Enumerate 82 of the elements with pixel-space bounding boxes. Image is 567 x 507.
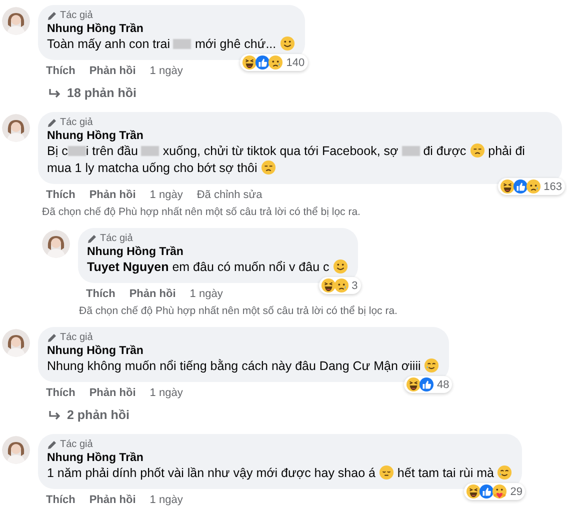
laughing-face-icon (466, 484, 482, 499)
like-link[interactable]: Thích (46, 387, 76, 399)
pencil-icon (87, 234, 97, 244)
reactions-badge[interactable]: 140 (240, 54, 308, 71)
sad-face-icon (526, 179, 541, 194)
censored-text (141, 146, 160, 156)
reaction-count: 3 (352, 280, 358, 292)
comment-text: Bị c i trên đầu xuống, chửi từ tiktok qua tới Facebook, sợ đi được phải đi mua 1 ly matcha uống cho bớt sợ thôi (47, 143, 526, 177)
reactions-badge[interactable]: 3 (318, 277, 361, 294)
reply-link[interactable]: Phản hồi (89, 387, 136, 399)
author-name[interactable]: Nhung Hồng Trần (47, 130, 552, 142)
author-label: Tác giả (100, 233, 133, 244)
reaction-count: 29 (510, 486, 522, 498)
edited-label: Đã chỉnh sửa (196, 189, 262, 201)
reactions-badge[interactable]: 163 (498, 178, 565, 195)
avatar (2, 114, 30, 142)
reaction-count: 163 (544, 180, 562, 192)
hugging-face-icon (492, 484, 508, 499)
reactions-badge[interactable]: 29 (464, 483, 526, 500)
pencil-icon (47, 10, 57, 20)
pencil-icon (47, 332, 57, 342)
thumbs-up-icon (255, 55, 270, 70)
view-replies-link[interactable]: 18 phản hồi (48, 86, 136, 100)
author-name[interactable]: Nhung Hồng Trần (87, 246, 348, 258)
laughing-face-icon (406, 377, 421, 392)
filter-note: Đã chọn chế độ Phù hợp nhất nên một số câu trả lời có thể bị lọc ra. (42, 206, 362, 218)
sad-face-icon (268, 55, 284, 70)
reactions-badge[interactable]: 48 (404, 376, 452, 393)
avatar (42, 230, 70, 258)
reaction-count: 48 (436, 378, 450, 390)
thumbs-up-icon (512, 179, 528, 194)
mention-link[interactable]: Tuyet Nguyen (87, 260, 169, 274)
reply-link[interactable]: Phản hồi (129, 288, 176, 300)
relieved-face-icon (378, 465, 394, 480)
laughing-face-icon (500, 179, 515, 194)
sad-face-icon (260, 160, 276, 175)
timestamp[interactable]: 1 ngày (150, 494, 183, 506)
like-link[interactable]: Thích (86, 288, 116, 300)
reply-arrow-icon (48, 88, 61, 98)
smiling-face-icon (332, 259, 348, 274)
reply-arrow-icon (48, 410, 61, 420)
smiling-face-icon (280, 36, 295, 51)
teary-face-icon (497, 465, 512, 480)
reply-link[interactable]: Phản hồi (89, 65, 136, 77)
censored-text (173, 39, 192, 49)
filter-note: Đã chọn chế độ Phù hợp nhất nên một số câu trả lời có thể bị lọc ra. (79, 305, 398, 317)
censored-text (68, 146, 86, 156)
author-name[interactable]: Nhung Hồng Trần (47, 345, 440, 357)
avatar (2, 329, 30, 357)
author-label: Tác giả (60, 117, 93, 128)
view-replies-link[interactable]: 2 phản hồi (48, 408, 130, 422)
reply-link[interactable]: Phản hồi (89, 189, 136, 201)
reply-link[interactable]: Phản hồi (89, 494, 136, 506)
reaction-count: 140 (286, 56, 305, 68)
pencil-icon (47, 440, 57, 450)
timestamp[interactable]: 1 ngày (190, 288, 223, 300)
timestamp[interactable]: 1 ngày (150, 387, 183, 399)
comment-text: Tuyet Nguyen em đâu có muốn nổi v đâu c (87, 259, 348, 276)
timestamp[interactable]: 1 ngày (150, 189, 183, 201)
thumbs-up-icon (479, 484, 494, 499)
comment-text: Nhung không muốn nổi tiếng bằng cách này đâu Dang Cư Mận ơiiii (47, 358, 440, 375)
thumbs-up-icon (418, 377, 434, 392)
avatar (2, 436, 30, 464)
laughing-face-icon (320, 278, 336, 293)
author-label: Tác giả (60, 439, 93, 450)
like-link[interactable]: Thích (46, 494, 76, 506)
like-link[interactable]: Thích (46, 65, 76, 77)
pencil-icon (47, 118, 57, 128)
sad-face-icon (470, 143, 485, 158)
comment-text: Toàn mấy anh con trai mới ghê chứ... (47, 36, 295, 53)
teary-face-icon (424, 358, 440, 373)
like-link[interactable]: Thích (46, 189, 76, 201)
timestamp[interactable]: 1 ngày (150, 65, 183, 77)
author-name[interactable]: Nhung Hồng Trần (47, 23, 295, 35)
censored-text (402, 146, 420, 156)
author-name[interactable]: Nhung Hồng Trần (47, 452, 512, 464)
sad-face-icon (334, 278, 349, 293)
laughing-face-icon (242, 55, 258, 70)
avatar (2, 7, 30, 35)
author-label: Tác giả (60, 10, 93, 21)
comment-text: 1 năm phải dính phốt vài lần như vậy mới được hay shao á hết tam tai rùi mà (47, 465, 512, 482)
author-label: Tác giả (60, 332, 93, 343)
